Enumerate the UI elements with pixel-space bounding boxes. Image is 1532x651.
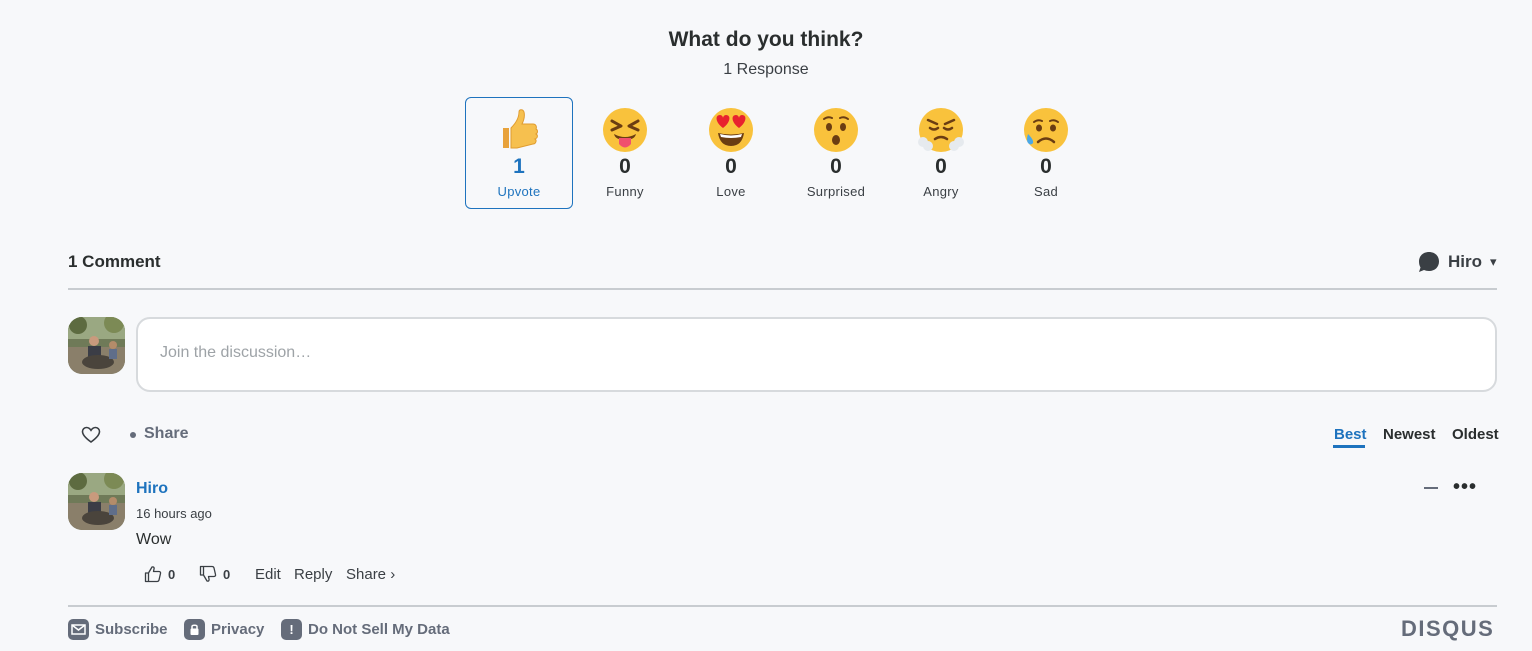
user-menu-button[interactable]: Hiro ▾ [1418,250,1497,274]
upvote-count: 0 [168,566,176,582]
downvote-count: 0 [223,566,231,582]
reaction-count: 0 [1040,155,1052,178]
lock-icon [184,619,205,640]
reaction-funny[interactable]: 0 Funny [571,97,679,209]
heart-eyes-emoji-icon [709,108,753,152]
avatar-photo [68,473,125,530]
current-user-avatar[interactable] [68,317,125,374]
separator-dot [130,432,136,438]
share-thread-button[interactable]: Share [144,425,188,443]
subscribe-link[interactable]: Subscribe [68,619,168,640]
avatar-photo [68,317,125,374]
sort-oldest-tab[interactable]: Oldest [1452,426,1499,443]
reaction-count: 0 [830,155,842,178]
upvote-button[interactable]: 0 [144,565,175,583]
reaction-upvote[interactable]: 1 Upvote [465,97,573,209]
envelope-icon [68,619,89,640]
comment-timestamp[interactable]: 16 hours ago [136,506,212,521]
comment-author-name[interactable]: Hiro [136,480,168,498]
steam-angry-emoji-icon [918,108,964,152]
reaction-love[interactable]: 0 Love [677,97,785,209]
heart-icon[interactable] [81,426,101,444]
thumbs-up-icon [503,109,538,149]
comment-body: Wow [136,531,172,548]
response-count: 1 Response [723,61,809,78]
reaction-label: Sad [1033,184,1059,199]
reaction-surprised[interactable]: 0 Surprised [782,97,890,209]
privacy-label: Privacy [211,621,265,638]
edit-comment-button[interactable]: Edit [255,566,281,583]
comment-author-avatar[interactable] [68,473,125,530]
speech-bubble-icon [1419,252,1439,272]
downvote-button[interactable]: 0 [199,565,230,583]
reply-button[interactable]: Reply [294,566,332,583]
thumbs-up-outline-icon [144,566,162,583]
share-comment-button[interactable]: Share › [346,566,395,583]
reaction-label: Funny [606,184,644,199]
subscribe-label: Subscribe [95,621,168,638]
surprised-emoji-icon [814,108,858,152]
reaction-label: Love [716,184,746,199]
privacy-link[interactable]: Privacy [184,619,264,640]
reaction-label: Upvote [497,184,541,199]
comment-input-placeholder: Join the discussion… [160,344,312,361]
reaction-label: Surprised [806,184,866,199]
user-menu-name: Hiro [1448,252,1482,271]
comment-input[interactable]: Join the discussion… [136,317,1497,392]
chevron-down-icon: ▾ [1490,254,1497,269]
tongue-out-emoji-icon [603,108,647,152]
reactions-title: What do you think? [668,28,864,51]
sort-best-tab[interactable]: Best [1334,426,1367,443]
reaction-count: 0 [935,155,947,178]
more-options-button[interactable]: ••• [1453,476,1477,499]
do-not-sell-link[interactable]: ! Do Not Sell My Data [281,619,450,640]
reaction-label: Angry [923,184,959,199]
minus-icon [1424,487,1438,489]
reaction-angry[interactable]: 0 Angry [887,97,995,209]
reaction-sad[interactable]: 0 Sad [992,97,1100,209]
divider [68,605,1497,607]
reaction-count: 1 [513,155,525,178]
sort-newest-tab[interactable]: Newest [1383,426,1436,443]
disqus-logo[interactable]: DISQUS [1401,616,1494,642]
exclamation-icon: ! [281,619,302,640]
active-sort-indicator [1333,445,1365,448]
comment-count: 1 Comment [68,252,161,271]
reaction-count: 0 [619,155,631,178]
divider [68,288,1497,290]
do-not-sell-label: Do Not Sell My Data [308,621,450,638]
collapse-comment-button[interactable] [1423,479,1439,497]
sad-sweat-emoji-icon [1024,108,1068,152]
thumbs-down-outline-icon [199,565,217,582]
reaction-count: 0 [725,155,737,178]
